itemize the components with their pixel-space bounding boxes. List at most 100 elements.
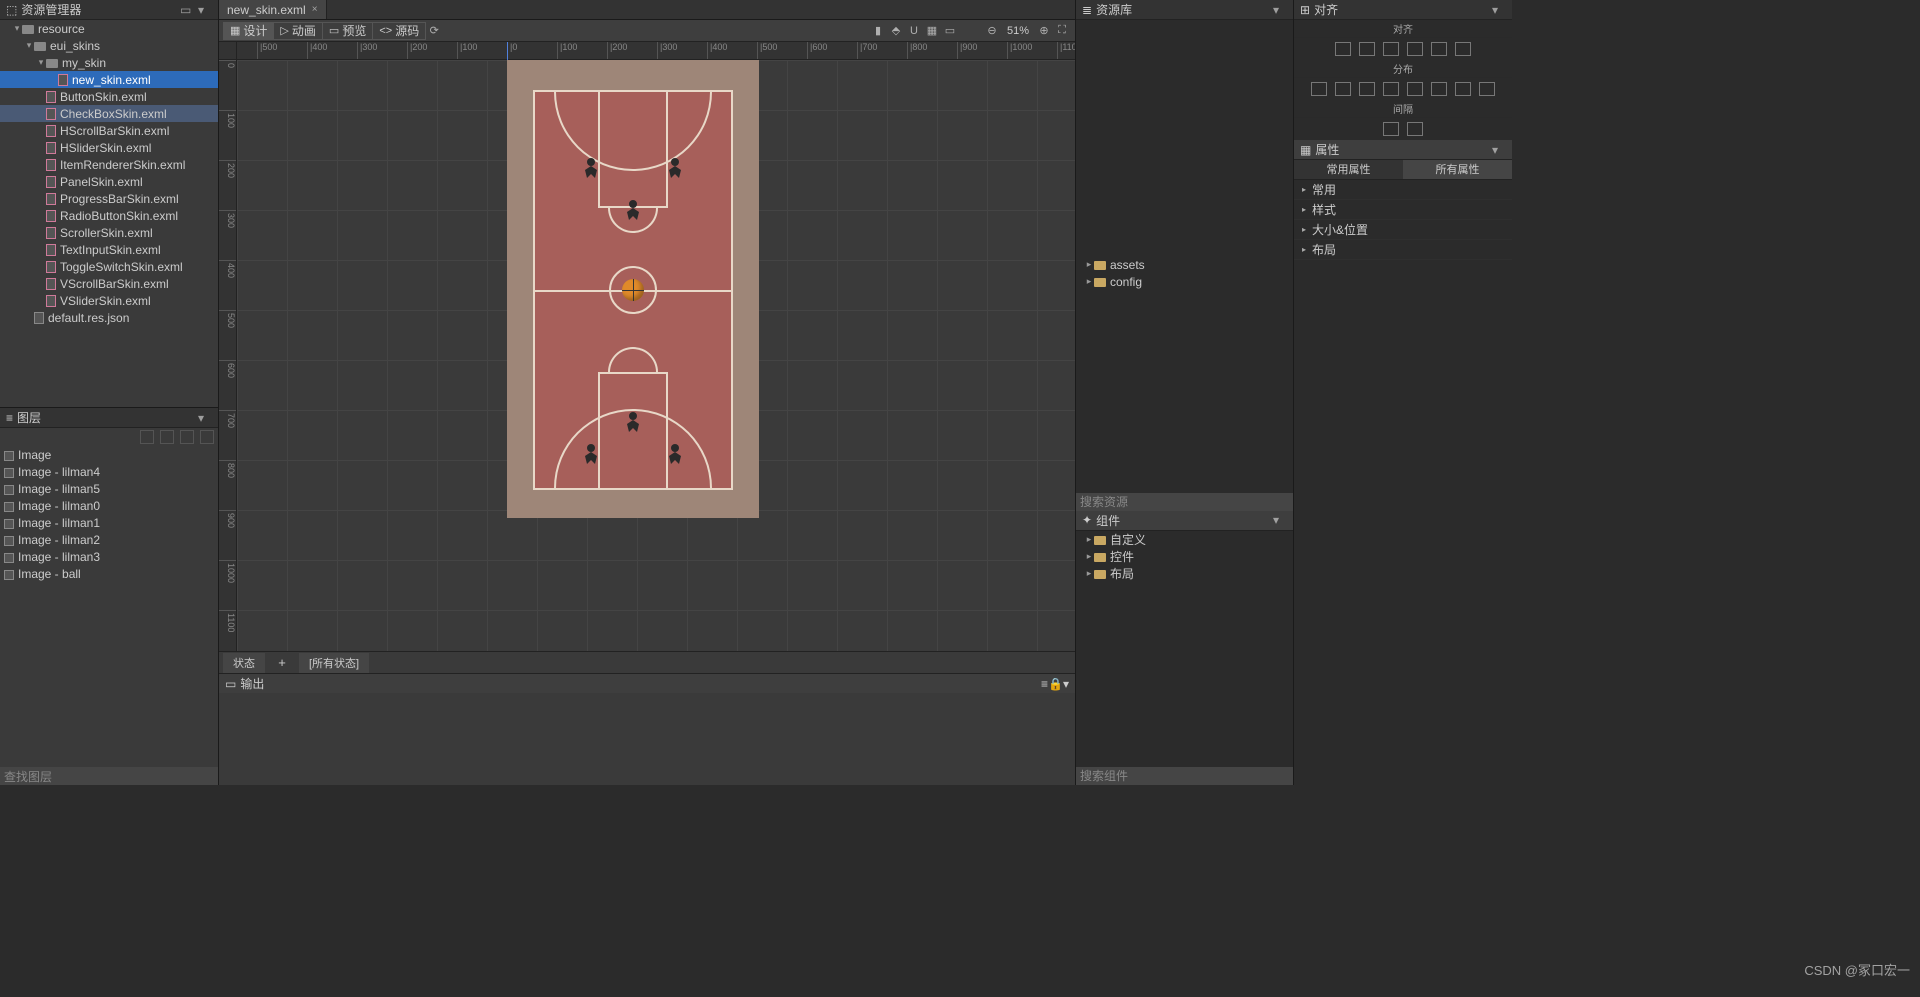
- components-tree[interactable]: 自定义控件布局: [1076, 531, 1293, 767]
- panel-dropdown-icon[interactable]: ▾: [1273, 3, 1287, 17]
- player-image[interactable]: [663, 442, 687, 466]
- zoom-fit-icon[interactable]: ⛶: [1053, 22, 1071, 40]
- dist-h[interactable]: [1455, 82, 1471, 96]
- tree-item[interactable]: ProgressBarSkin.exml: [0, 190, 218, 207]
- tree-item[interactable]: 布局: [1076, 565, 1293, 582]
- tool-move-icon[interactable]: ⬘: [887, 22, 905, 40]
- tree-item[interactable]: ScrollerSkin.exml: [0, 224, 218, 241]
- player-image[interactable]: [579, 442, 603, 466]
- dist-right[interactable]: [1359, 82, 1375, 96]
- tool-ruler-icon[interactable]: ▭: [941, 22, 959, 40]
- layer-item[interactable]: Image - lilman0: [0, 497, 218, 514]
- view-source[interactable]: <> 源码: [372, 22, 426, 40]
- tree-item[interactable]: ItemRendererSkin.exml: [0, 156, 218, 173]
- zoom-out-icon[interactable]: ⊖: [983, 22, 1001, 40]
- tree-item[interactable]: assets: [1076, 256, 1293, 273]
- tab-all-props[interactable]: 所有属性: [1403, 160, 1512, 179]
- output-dropdown-icon[interactable]: ▾: [1063, 677, 1069, 691]
- panel-dropdown-icon[interactable]: ▾: [198, 411, 212, 425]
- player-image[interactable]: [621, 410, 645, 434]
- tree-item[interactable]: config: [1076, 273, 1293, 290]
- layer-search[interactable]: 查找图层: [0, 767, 218, 785]
- layer-item[interactable]: Image - lilman2: [0, 531, 218, 548]
- panel-menu-icon[interactable]: ▭: [180, 3, 194, 17]
- align-top[interactable]: [1407, 42, 1423, 56]
- panel-dropdown-icon[interactable]: ▾: [1492, 3, 1506, 17]
- add-state-button[interactable]: +: [273, 655, 291, 670]
- tree-item[interactable]: VScrollBarSkin.exml: [0, 275, 218, 292]
- ungroup-icon[interactable]: [200, 430, 214, 444]
- view-design[interactable]: ▦ 设计: [223, 22, 274, 40]
- layer-item[interactable]: Image - lilman3: [0, 548, 218, 565]
- align-right[interactable]: [1383, 42, 1399, 56]
- tab-common-props[interactable]: 常用属性: [1294, 160, 1403, 179]
- space-v[interactable]: [1407, 122, 1423, 136]
- property-group[interactable]: ▸布局: [1294, 240, 1512, 260]
- tree-item[interactable]: TextInputSkin.exml: [0, 241, 218, 258]
- tool-magnet-icon[interactable]: U: [905, 22, 923, 40]
- panel-dropdown-icon[interactable]: ▾: [1492, 143, 1506, 157]
- close-icon[interactable]: ×: [312, 4, 318, 15]
- layer-item[interactable]: Image - lilman4: [0, 463, 218, 480]
- tree-item[interactable]: 控件: [1076, 548, 1293, 565]
- dist-v[interactable]: [1479, 82, 1495, 96]
- file-tab[interactable]: new_skin.exml ×: [219, 0, 327, 19]
- layer-item[interactable]: Image: [0, 446, 218, 463]
- canvas[interactable]: |500|400|300|200|100|0|100|200|300|400|5…: [219, 42, 1075, 651]
- dist-top[interactable]: [1383, 82, 1399, 96]
- player-image[interactable]: [663, 156, 687, 180]
- tree-item[interactable]: VSliderSkin.exml: [0, 292, 218, 309]
- tree-item[interactable]: new_skin.exml: [0, 71, 218, 88]
- tree-item[interactable]: my_skin: [0, 54, 218, 71]
- property-group[interactable]: ▸样式: [1294, 200, 1512, 220]
- tool-select-icon[interactable]: ▮: [869, 22, 887, 40]
- layers-list[interactable]: ImageImage - lilman4Image - lilman5Image…: [0, 446, 218, 767]
- resource-search[interactable]: 搜索资源: [1076, 493, 1293, 511]
- group-icon[interactable]: [180, 430, 194, 444]
- components-search[interactable]: 搜索组件: [1076, 767, 1293, 785]
- tree-item[interactable]: 自定义: [1076, 531, 1293, 548]
- panel-dropdown-icon[interactable]: ▾: [198, 3, 212, 17]
- align-bottom[interactable]: [1455, 42, 1471, 56]
- tree-item[interactable]: PanelSkin.exml: [0, 173, 218, 190]
- player-image[interactable]: [579, 156, 603, 180]
- tree-item[interactable]: default.res.json: [0, 309, 218, 326]
- resource-lib-tree[interactable]: assetsconfig: [1076, 256, 1293, 492]
- dist-hcenter[interactable]: [1335, 82, 1351, 96]
- output-clear-icon[interactable]: ≡: [1041, 677, 1048, 691]
- copy-icon[interactable]: [160, 430, 174, 444]
- output-lock-icon[interactable]: 🔒: [1048, 677, 1063, 691]
- dist-bottom[interactable]: [1431, 82, 1447, 96]
- view-preview[interactable]: ▭ 预览: [322, 22, 373, 40]
- layers-toolbar: [0, 428, 218, 446]
- delete-icon[interactable]: [140, 430, 154, 444]
- layer-item[interactable]: Image - ball: [0, 565, 218, 582]
- tree-item[interactable]: HSliderSkin.exml: [0, 139, 218, 156]
- property-group[interactable]: ▸常用: [1294, 180, 1512, 200]
- player-image[interactable]: [621, 198, 645, 222]
- tool-grid-icon[interactable]: ▦: [923, 22, 941, 40]
- tree-item[interactable]: eui_skins: [0, 37, 218, 54]
- zoom-in-icon[interactable]: ⊕: [1035, 22, 1053, 40]
- property-group[interactable]: ▸大小&位置: [1294, 220, 1512, 240]
- align-left[interactable]: [1335, 42, 1351, 56]
- panel-dropdown-icon[interactable]: ▾: [1273, 513, 1287, 527]
- all-states-tab[interactable]: [所有状态]: [299, 653, 369, 673]
- ball-image[interactable]: [622, 279, 644, 301]
- tree-item[interactable]: ButtonSkin.exml: [0, 88, 218, 105]
- dist-vcenter[interactable]: [1407, 82, 1423, 96]
- tree-item[interactable]: RadioButtonSkin.exml: [0, 207, 218, 224]
- layer-item[interactable]: Image - lilman5: [0, 480, 218, 497]
- align-hcenter[interactable]: [1359, 42, 1375, 56]
- tree-item[interactable]: ToggleSwitchSkin.exml: [0, 258, 218, 275]
- refresh-icon[interactable]: ⟳: [425, 22, 443, 40]
- space-h[interactable]: [1383, 122, 1399, 136]
- resource-tree[interactable]: resourceeui_skinsmy_skinnew_skin.exmlBut…: [0, 20, 218, 407]
- align-vcenter[interactable]: [1431, 42, 1447, 56]
- tree-item[interactable]: HScrollBarSkin.exml: [0, 122, 218, 139]
- layer-item[interactable]: Image - lilman1: [0, 514, 218, 531]
- tree-item[interactable]: CheckBoxSkin.exml: [0, 105, 218, 122]
- dist-left[interactable]: [1311, 82, 1327, 96]
- tree-item[interactable]: resource: [0, 20, 218, 37]
- view-anim[interactable]: ▷ 动画: [273, 22, 322, 40]
